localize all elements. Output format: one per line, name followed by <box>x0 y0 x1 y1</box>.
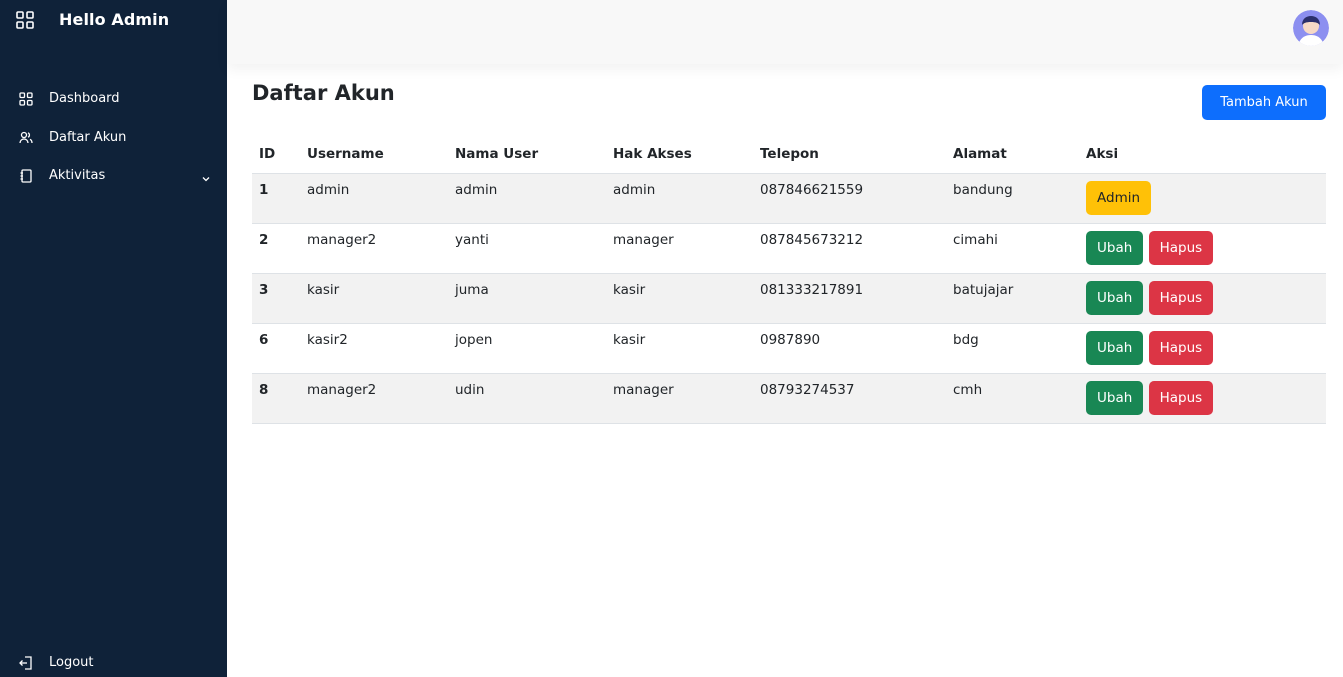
edit-button[interactable]: Ubah <box>1086 230 1144 265</box>
delete-button[interactable]: Hapus <box>1148 280 1214 315</box>
edit-button[interactable]: Ubah <box>1086 380 1144 415</box>
delete-button[interactable]: Hapus <box>1148 330 1214 365</box>
cell-aksi: Ubah Hapus <box>1079 373 1326 424</box>
cell-aksi: Admin <box>1079 173 1326 224</box>
logout-button[interactable]: Logout <box>19 655 94 670</box>
cell-username: manager2 <box>300 373 448 424</box>
avatar[interactable] <box>1293 10 1329 46</box>
admin-button[interactable]: Admin <box>1086 180 1152 215</box>
chevron-down-icon[interactable] <box>201 173 211 183</box>
edit-button[interactable]: Ubah <box>1086 330 1144 365</box>
cell-telepon: 0987890 <box>753 323 946 374</box>
column-header-nama-user: Nama User <box>448 135 606 174</box>
cell-hak-akses: manager <box>606 373 753 424</box>
delete-button[interactable]: Hapus <box>1148 230 1214 265</box>
cell-telepon: 087845673212 <box>753 223 946 274</box>
brand: Hello Admin <box>16 10 169 29</box>
cell-username: admin <box>300 173 448 224</box>
page-title: Daftar Akun <box>252 81 395 105</box>
cell-nama-user: juma <box>448 273 606 324</box>
brand-title: Hello Admin <box>59 10 170 29</box>
sidebar-item-label: Aktivitas <box>49 168 106 183</box>
cell-id: 3 <box>252 273 300 324</box>
cell-hak-akses: kasir <box>606 273 753 324</box>
sidebar-item-daftar-akun[interactable]: Daftar Akun <box>19 130 126 145</box>
logout-label: Logout <box>49 655 94 670</box>
sidebar: Hello Admin Dashboard Daftar Akun Aktivi… <box>0 0 227 677</box>
users-icon <box>19 131 33 145</box>
column-header-aksi: Aksi <box>1079 135 1326 174</box>
grid-icon <box>19 91 33 106</box>
cell-telepon: 087846621559 <box>753 173 946 224</box>
cell-hak-akses: manager <box>606 223 753 274</box>
cell-id: 6 <box>252 323 300 374</box>
cell-hak-akses: admin <box>606 173 753 224</box>
cell-alamat: cmh <box>946 373 1079 424</box>
table-row: 1 admin admin admin 087846621559 bandung… <box>252 173 1326 224</box>
logout-icon <box>19 655 33 670</box>
column-header-username: Username <box>300 135 448 174</box>
grid-icon <box>16 10 34 29</box>
cell-hak-akses: kasir <box>606 323 753 374</box>
cell-id: 2 <box>252 223 300 274</box>
cell-username: kasir2 <box>300 323 448 374</box>
cell-aksi: Ubah Hapus <box>1079 273 1326 324</box>
sidebar-item-label: Daftar Akun <box>49 130 127 145</box>
topbar <box>227 0 1343 64</box>
cell-id: 1 <box>252 173 300 224</box>
table-row: 2 manager2 yanti manager 087845673212 ci… <box>252 223 1326 274</box>
accounts-table: ID Username Nama User Hak Akses Telepon … <box>252 135 1326 424</box>
cell-nama-user: yanti <box>448 223 606 274</box>
column-header-alamat: Alamat <box>946 135 1079 174</box>
sidebar-item-label: Dashboard <box>49 91 120 106</box>
cell-alamat: cimahi <box>946 223 1079 274</box>
cell-nama-user: udin <box>448 373 606 424</box>
cell-alamat: batujajar <box>946 273 1079 324</box>
cell-aksi: Ubah Hapus <box>1079 323 1326 374</box>
column-header-hak-akses: Hak Akses <box>606 135 753 174</box>
cell-telepon: 08793274537 <box>753 373 946 424</box>
table-row: 3 kasir juma kasir 081333217891 batujaja… <box>252 273 1326 324</box>
cell-telepon: 081333217891 <box>753 273 946 324</box>
delete-button[interactable]: Hapus <box>1148 380 1214 415</box>
cell-id: 8 <box>252 373 300 424</box>
table-row: 6 kasir2 jopen kasir 0987890 bdg Ubah Ha… <box>252 323 1326 374</box>
cell-nama-user: jopen <box>448 323 606 374</box>
column-header-telepon: Telepon <box>753 135 946 174</box>
cell-username: kasir <box>300 273 448 324</box>
sidebar-item-aktivitas[interactable]: Aktivitas <box>19 168 211 183</box>
cell-aksi: Ubah Hapus <box>1079 223 1326 274</box>
column-header-id: ID <box>252 135 300 174</box>
edit-button[interactable]: Ubah <box>1086 280 1144 315</box>
add-account-button[interactable]: Tambah Akun <box>1202 85 1326 120</box>
cell-username: manager2 <box>300 223 448 274</box>
cell-nama-user: admin <box>448 173 606 224</box>
cell-alamat: bdg <box>946 323 1079 374</box>
table-header-row: ID Username Nama User Hak Akses Telepon … <box>252 135 1326 174</box>
cell-alamat: bandung <box>946 173 1079 224</box>
sidebar-item-dashboard[interactable]: Dashboard <box>19 91 120 106</box>
notebook-icon <box>19 168 33 183</box>
table-row: 8 manager2 udin manager 08793274537 cmh … <box>252 373 1326 424</box>
